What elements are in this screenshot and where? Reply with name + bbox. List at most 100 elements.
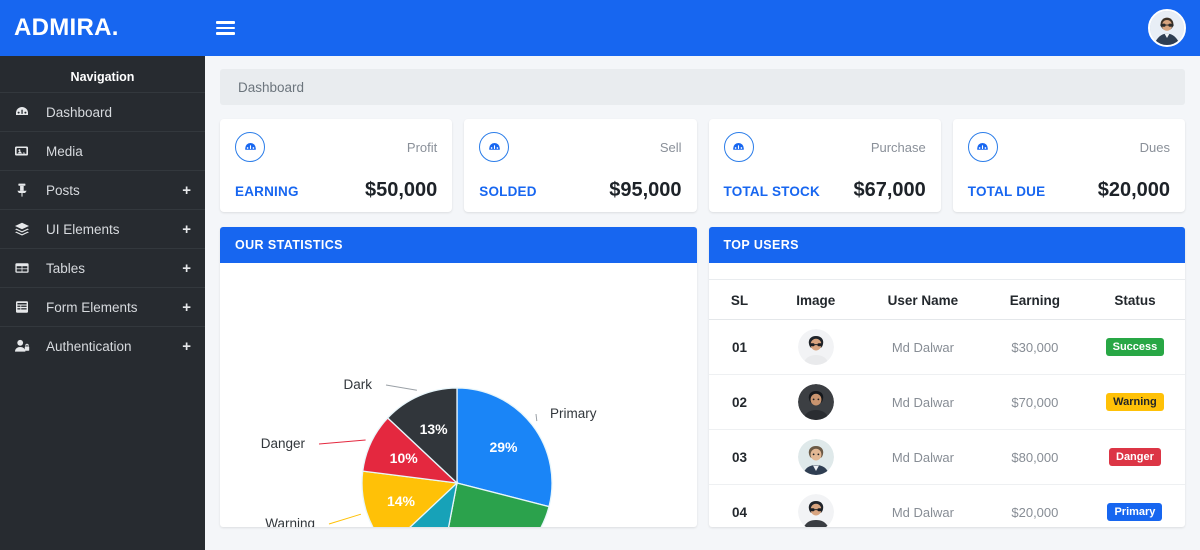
cell-user-name: Md Dalwar — [860, 374, 985, 430]
cell-sl: 04 — [708, 484, 771, 527]
cell-sl: 01 — [708, 319, 771, 375]
expand-icon[interactable]: + — [182, 222, 191, 237]
main-content: Dashboard Profit EARNING $50,000 Sell SO… — [205, 56, 1200, 550]
sidebar-item-tables[interactable]: Tables + — [0, 248, 205, 287]
expand-icon[interactable]: + — [182, 339, 191, 354]
hamburger-icon[interactable] — [205, 0, 245, 56]
sidebar-item-posts[interactable]: Posts + — [0, 170, 205, 209]
cell-sl: 02 — [708, 374, 771, 430]
cell-image — [770, 429, 861, 485]
table-row[interactable]: 02 Md Dalwar $70,000 Warning — [708, 374, 1185, 430]
user-avatar[interactable] — [1148, 9, 1186, 47]
dashboard-page: ADMIRA. Navigation Dashboard Media Posts… — [0, 0, 1200, 550]
user-avatar — [797, 494, 834, 527]
top-users-table: SL Image User Name Earning Status 01 Md D… — [708, 279, 1185, 527]
gauge-icon — [967, 132, 998, 162]
dashboard-gauge-icon — [14, 104, 36, 120]
cell-status: Danger — [1084, 429, 1185, 485]
cell-status: Success — [1084, 319, 1185, 375]
gauge-icon — [479, 132, 510, 162]
column-header-image: Image — [770, 279, 861, 320]
cell-sl: 03 — [708, 429, 771, 485]
stat-card-earning[interactable]: Profit EARNING $50,000 — [220, 119, 453, 212]
sidebar: Navigation Dashboard Media Posts + UI El… — [0, 56, 205, 550]
pie-slice-percentage: 10% — [390, 450, 419, 466]
cell-image — [770, 484, 861, 527]
expand-icon[interactable]: + — [182, 261, 191, 276]
brand-logo[interactable]: ADMIRA. — [0, 0, 205, 56]
column-header-earning: Earning — [984, 279, 1085, 320]
expand-icon[interactable]: + — [182, 183, 191, 198]
breadcrumb-current: Dashboard — [238, 79, 305, 95]
stat-subtitle: Profit — [406, 139, 438, 155]
user-avatar — [797, 439, 834, 475]
table-body: 01 Md Dalwar $30,000 Success 02 Md Dalwar $70,… — [708, 319, 1185, 527]
stat-card-total-due[interactable]: Dues TOTAL DUE $20,000 — [952, 119, 1185, 212]
stat-title: EARNING — [235, 184, 299, 199]
stat-card-solded[interactable]: Sell SOLDED $95,000 — [464, 119, 697, 212]
pie-slice-percentage: 13% — [420, 421, 449, 437]
cell-earning: $20,000 — [984, 484, 1085, 527]
stat-value: $95,000 — [609, 179, 682, 201]
gauge-icon — [723, 132, 754, 162]
stat-value: $67,000 — [853, 179, 926, 201]
sidebar-item-label: Form Elements — [46, 299, 138, 315]
sidebar-item-label: Dashboard — [46, 104, 113, 120]
sidebar-item-form-elements[interactable]: Form Elements + — [0, 287, 205, 326]
column-header-user-name: User Name — [860, 279, 985, 320]
stat-title: TOTAL DUE — [967, 184, 1046, 199]
stat-card-total-stock[interactable]: Purchase TOTAL STOCK $67,000 — [708, 119, 941, 212]
sidebar-item-authentication[interactable]: Authentication + — [0, 326, 205, 365]
cell-user-name: Md Dalwar — [860, 319, 985, 375]
sidebar-title: Navigation — [70, 70, 135, 84]
top-users-panel-body: SL Image User Name Earning Status 01 Md D… — [708, 263, 1186, 527]
statistics-panel-title: OUR STATISTICS — [220, 227, 697, 263]
top-navbar: ADMIRA. — [0, 0, 1200, 56]
pie-leader-line — [535, 413, 538, 422]
top-users-panel-title: TOP USERS — [708, 227, 1185, 263]
status-badge: Warning — [1106, 392, 1164, 412]
sidebar-item-media[interactable]: Media — [0, 131, 205, 170]
pie-slice-percentage: 14% — [387, 493, 416, 509]
status-badge: Danger — [1109, 447, 1161, 467]
stat-title: TOTAL STOCK — [723, 184, 820, 199]
user-avatar — [797, 329, 834, 365]
sidebar-item-label: Authentication — [46, 338, 132, 354]
status-badge: Primary — [1107, 502, 1163, 522]
panels-row: OUR STATISTICS 29% Primary 24% 10% 14% Warnin… — [214, 227, 1191, 527]
cell-earning: $80,000 — [984, 429, 1085, 485]
table-top-spacer — [709, 263, 1186, 279]
sidebar-item-label: UI Elements — [46, 221, 120, 237]
pie-chart[interactable]: 29%Primary24%10%14%Warning10%Danger13%Da… — [220, 263, 697, 527]
cell-user-name: Md Dalwar — [860, 429, 985, 485]
column-header-sl: SL — [708, 279, 771, 320]
pie-slice-percentage: 29% — [489, 439, 518, 455]
pie-leader-line — [328, 513, 362, 525]
pin-icon — [14, 182, 36, 198]
statistics-panel-body: 29%Primary24%10%14%Warning10%Danger13%Da… — [220, 263, 697, 527]
media-image-icon — [14, 143, 36, 159]
expand-icon[interactable]: + — [182, 300, 191, 315]
pie-slice-label: Warning — [265, 516, 315, 527]
pie-leader-line — [385, 384, 417, 391]
cell-status: Warning — [1084, 374, 1185, 430]
cell-user-name: Md Dalwar — [860, 484, 985, 527]
table-row[interactable]: 03 Md Dalwar $80,000 Danger — [708, 429, 1185, 485]
column-header-status: Status — [1084, 279, 1185, 320]
cell-earning: $30,000 — [984, 319, 1085, 375]
table-row[interactable]: 01 Md Dalwar $30,000 Success — [708, 319, 1185, 375]
table-row[interactable]: 04 Md Dalwar $20,000 Primary — [708, 484, 1185, 527]
stat-title: SOLDED — [479, 184, 537, 199]
pie-slice-percentage: 24% — [475, 525, 504, 527]
cell-image — [770, 319, 861, 375]
table-header: SL Image User Name Earning Status — [708, 279, 1185, 320]
pie-slice-label: Primary — [550, 406, 597, 421]
sidebar-item-dashboard[interactable]: Dashboard — [0, 92, 205, 131]
stat-subtitle: Sell — [659, 139, 682, 155]
pie-slice-label: Danger — [261, 436, 306, 451]
sidebar-item-ui-elements[interactable]: UI Elements + — [0, 209, 205, 248]
statistics-panel: OUR STATISTICS 29% Primary 24% 10% 14% Warnin… — [220, 227, 697, 527]
cell-status: Primary — [1084, 484, 1185, 527]
user-lock-icon — [14, 338, 36, 354]
top-users-panel: TOP USERS SL Image User Name Earning Sta… — [708, 227, 1186, 527]
